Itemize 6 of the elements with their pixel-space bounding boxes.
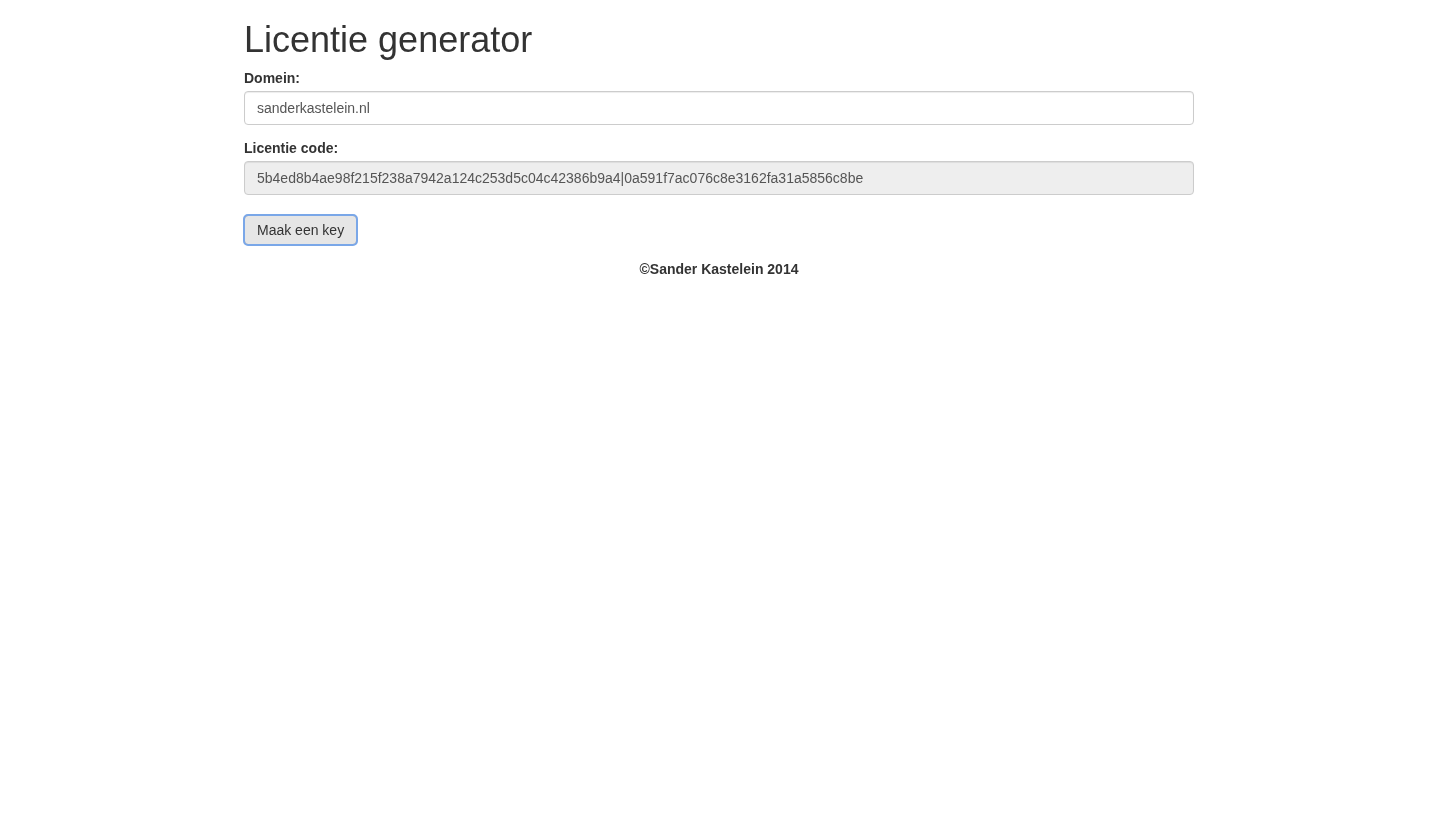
generate-key-button[interactable]: Maak een key [244, 214, 358, 245]
copyright-text: ©Sander Kastelein 2014 [638, 260, 800, 277]
page-title: Licentie generator [244, 20, 534, 60]
input-field[interactable]: sanderkastelein.nl [244, 90, 1194, 125]
field-label: Domein: [244, 69, 300, 86]
field-label: Licentie code: [244, 139, 339, 156]
